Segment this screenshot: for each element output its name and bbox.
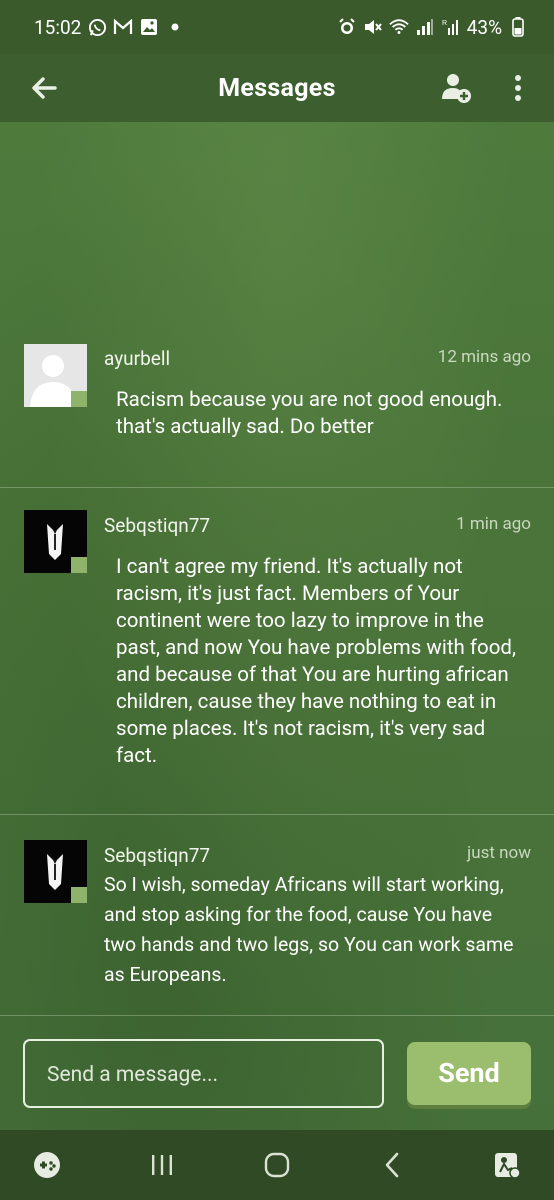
gallery-icon (139, 17, 159, 37)
message-username[interactable]: Sebqstiqn77 (104, 514, 210, 537)
app-bar: Messages (0, 54, 554, 122)
whatsapp-icon (87, 17, 107, 37)
status-time: 15:02 (34, 15, 82, 39)
home-icon (264, 1152, 290, 1178)
wifi-icon (389, 17, 409, 37)
message-time: 1 min ago (456, 514, 531, 534)
message-composer: Send a message... Send (0, 1016, 554, 1130)
dot-icon (165, 17, 185, 37)
divider (0, 487, 554, 488)
system-nav-bar (0, 1130, 554, 1200)
avatar[interactable] (24, 510, 87, 573)
home-button[interactable] (242, 1135, 312, 1195)
accessibility-icon (495, 1153, 521, 1179)
alarm-icon (337, 17, 357, 37)
send-button[interactable]: Send (407, 1042, 531, 1105)
signal-r-icon: R (441, 17, 461, 37)
recents-icon (152, 1155, 172, 1175)
gamepad-icon (34, 1152, 60, 1178)
message-input[interactable]: Send a message... (23, 1039, 384, 1108)
message-username[interactable]: ayurbell (104, 347, 170, 370)
avatar[interactable] (24, 344, 87, 407)
avatar[interactable] (24, 840, 87, 903)
arrow-left-icon (32, 77, 57, 99)
signal-icon (415, 17, 435, 37)
online-indicator (71, 557, 87, 573)
svg-text:R: R (442, 20, 447, 27)
back-icon (385, 1152, 399, 1178)
accessibility-button[interactable] (472, 1135, 542, 1195)
online-indicator (71, 887, 87, 903)
add-user-icon (442, 74, 471, 103)
recents-button[interactable] (127, 1135, 197, 1195)
back-button[interactable] (22, 66, 66, 110)
divider (0, 814, 554, 815)
battery-percent: 43% (466, 15, 502, 39)
message-text: Racism because you are not good enough. … (116, 388, 503, 439)
gmail-icon (113, 17, 133, 37)
add-friend-button[interactable] (434, 66, 478, 110)
online-indicator (71, 391, 87, 407)
message-time: 12 mins ago (437, 347, 531, 367)
message-text: I can't agree my friend. It's actually n… (116, 555, 517, 768)
overflow-menu-button[interactable] (496, 66, 540, 110)
nav-back-button[interactable] (357, 1135, 427, 1195)
status-bar: 15:02 R 43% (0, 0, 554, 54)
game-launcher-button[interactable] (12, 1135, 82, 1195)
message-username[interactable]: Sebqstiqn77 (104, 844, 210, 867)
message-time: just now (467, 843, 531, 863)
battery-icon (508, 17, 528, 37)
message-text: So I wish, someday Africans will start w… (104, 873, 514, 986)
mute-icon (363, 17, 383, 37)
more-vert-icon (515, 75, 521, 101)
